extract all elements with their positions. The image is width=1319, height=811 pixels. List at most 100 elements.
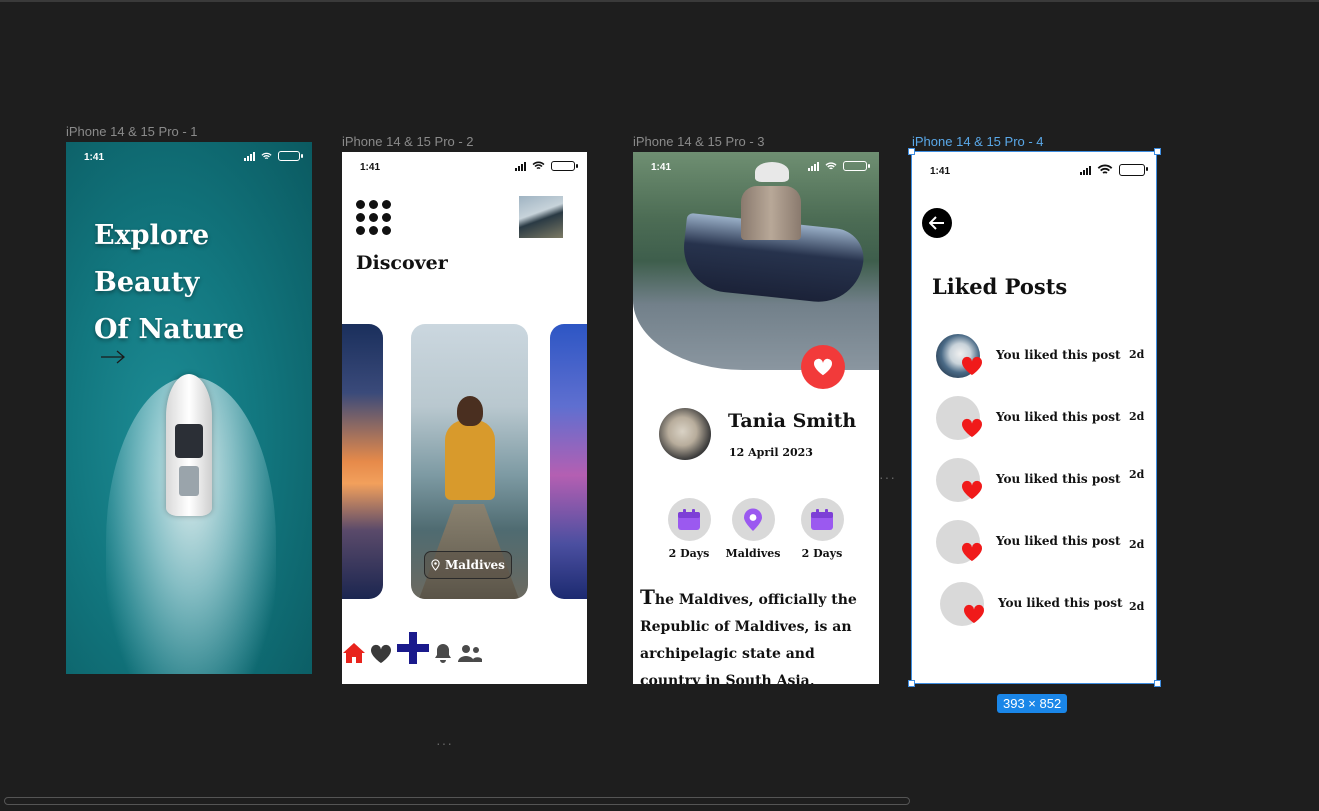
frame-splash[interactable]: 1:41 Explore Beauty Of Nature xyxy=(66,142,312,674)
status-time: 1:41 xyxy=(930,166,951,177)
back-button[interactable] xyxy=(922,208,952,238)
users-icon[interactable] xyxy=(457,644,482,664)
heart-icon xyxy=(961,356,983,376)
add-icon[interactable] xyxy=(396,632,429,664)
status-bar: 1:41 xyxy=(66,142,312,170)
battery-icon xyxy=(843,161,870,171)
hero-line-3: Of Nature xyxy=(94,314,245,345)
stat-label: 2 Days xyxy=(668,547,710,560)
post-date: 12 April 2023 xyxy=(729,446,813,459)
bottom-tab-bar xyxy=(342,632,587,664)
destination-card-lake[interactable] xyxy=(550,324,587,599)
item-age: 2d xyxy=(1129,410,1145,423)
signal-icon xyxy=(1080,165,1091,175)
battery-icon xyxy=(551,161,578,171)
hero-line-1: Explore xyxy=(94,220,210,251)
hero-line-2: Beauty xyxy=(94,267,200,298)
list-item[interactable]: You liked this post 2d xyxy=(912,334,1157,380)
author-name: Tania Smith xyxy=(728,410,857,432)
frame-label-3[interactable]: iPhone 14 & 15 Pro - 3 xyxy=(633,134,765,149)
heart-icon xyxy=(961,418,983,438)
author-avatar[interactable] xyxy=(659,408,711,460)
list-item[interactable]: You liked this post 2d xyxy=(912,582,1157,628)
item-age: 2d xyxy=(1129,348,1145,361)
stat-label: 2 Days xyxy=(801,547,843,560)
arrow-left-icon xyxy=(929,216,944,230)
heart-icon xyxy=(961,542,983,562)
item-age: 2d xyxy=(1129,600,1145,613)
status-bar: 1:41 xyxy=(633,152,879,180)
calendar-icon xyxy=(678,508,700,530)
location-label: Maldives xyxy=(445,558,505,572)
dropcap-letter: T xyxy=(640,585,655,609)
resize-handle-top-right[interactable] xyxy=(1154,148,1161,155)
destination-card-maldives[interactable]: Maldives xyxy=(411,324,528,599)
frame-gap-handle: ··· xyxy=(879,469,896,485)
status-time: 1:41 xyxy=(84,152,105,163)
description-text: he Maldives, officially the Republic of … xyxy=(640,592,857,684)
frame-liked-posts[interactable]: 1:41 Liked Posts You liked this post 2d … xyxy=(912,152,1157,684)
location-pin-icon xyxy=(431,559,440,571)
location-tag[interactable]: Maldives xyxy=(424,551,512,579)
frame-label-1[interactable]: iPhone 14 & 15 Pro - 1 xyxy=(66,124,198,139)
item-text: You liked this post xyxy=(996,348,1121,362)
status-bar: 1:41 xyxy=(342,152,587,180)
post-description: The Maldives, officially the Republic of… xyxy=(640,584,876,684)
item-text: You liked this post xyxy=(996,472,1121,486)
wifi-icon xyxy=(1097,164,1113,174)
signal-icon xyxy=(244,151,255,161)
stat-duration-2[interactable]: 2 Days xyxy=(792,498,852,560)
profile-avatar[interactable] xyxy=(519,196,563,238)
heart-icon[interactable] xyxy=(370,644,392,664)
resize-handle-bottom-left[interactable] xyxy=(908,680,915,687)
item-text: You liked this post xyxy=(996,410,1121,424)
stat-duration[interactable]: 2 Days xyxy=(659,498,719,560)
item-age: 2d xyxy=(1129,538,1145,551)
resize-handle-bottom-right[interactable] xyxy=(1154,680,1161,687)
status-time: 1:41 xyxy=(651,162,672,173)
wifi-icon xyxy=(532,161,545,170)
kayaker-image xyxy=(445,396,495,506)
battery-icon xyxy=(278,151,303,161)
item-text: You liked this post xyxy=(998,596,1123,610)
wifi-icon xyxy=(261,152,272,159)
fishing-boat-photo xyxy=(633,152,879,370)
calendar-icon xyxy=(811,508,833,530)
item-text: You liked this post xyxy=(996,534,1121,548)
battery-icon xyxy=(1119,164,1148,176)
item-age: 2d xyxy=(1129,468,1145,481)
destination-card-sunset[interactable] xyxy=(342,324,383,599)
home-icon[interactable] xyxy=(342,642,366,664)
arrow-right-icon[interactable] xyxy=(100,350,126,364)
list-item[interactable]: You liked this post 2d xyxy=(912,520,1157,566)
resize-handle-top-left[interactable] xyxy=(908,148,915,155)
frame-label-4[interactable]: iPhone 14 & 15 Pro - 4 xyxy=(912,134,1044,149)
signal-icon xyxy=(808,161,819,171)
frame-post-detail[interactable]: 1:41 Tania Smith 12 April 2023 2 Days Ma… xyxy=(633,152,879,684)
like-button[interactable] xyxy=(801,345,845,389)
location-pin-icon xyxy=(744,508,762,531)
status-time: 1:41 xyxy=(360,162,381,173)
heart-icon xyxy=(963,604,985,624)
selection-size-badge: 393 × 852 xyxy=(997,694,1068,713)
wifi-icon xyxy=(825,161,837,169)
stat-location[interactable]: Maldives xyxy=(723,498,783,560)
status-bar: 1:41 xyxy=(912,152,1157,180)
frame-discover[interactable]: 1:41 Discover Maldives xyxy=(342,152,587,684)
frame-label-2[interactable]: iPhone 14 & 15 Pro - 2 xyxy=(342,134,474,149)
canvas-top-border xyxy=(0,0,1319,2)
speedboat-image xyxy=(166,374,212,516)
hero-heading: Explore Beauty Of Nature xyxy=(94,212,244,353)
list-item[interactable]: You liked this post 2d xyxy=(912,458,1157,504)
menu-grid-icon[interactable] xyxy=(356,200,391,235)
horizontal-scrollbar[interactable] xyxy=(4,797,910,805)
list-item[interactable]: You liked this post 2d xyxy=(912,396,1157,442)
heart-icon xyxy=(961,480,983,500)
page-title: Liked Posts xyxy=(932,274,1068,299)
heart-icon xyxy=(813,358,833,376)
bell-icon[interactable] xyxy=(433,643,453,664)
canvas-handle: ··· xyxy=(436,735,453,751)
discover-heading: Discover xyxy=(356,252,448,274)
stat-label: Maldives xyxy=(725,547,781,560)
signal-icon xyxy=(515,161,526,171)
